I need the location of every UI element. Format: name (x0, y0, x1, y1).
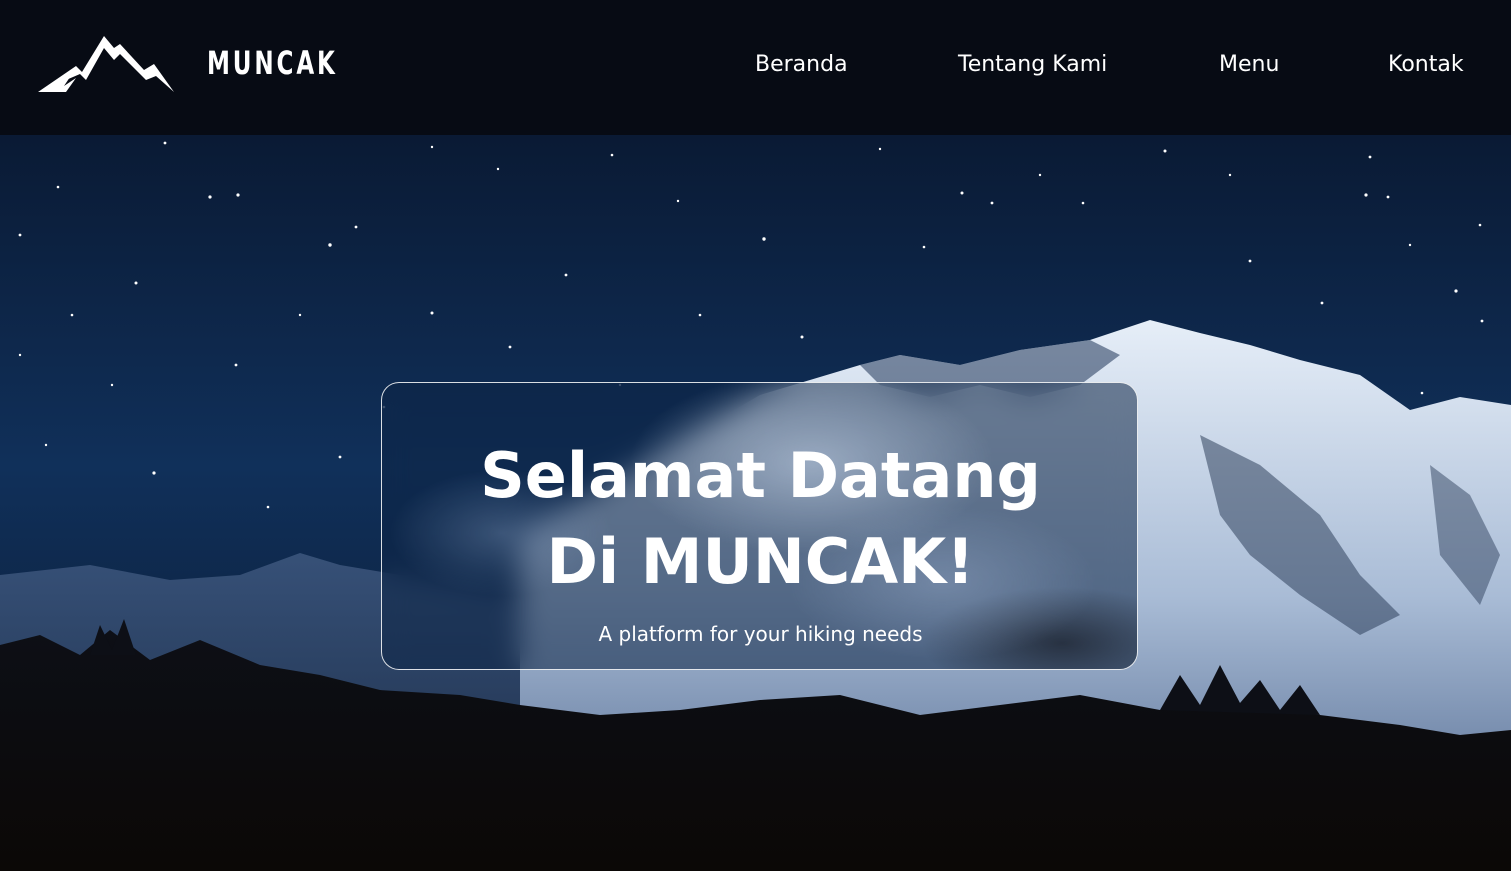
welcome-card: Selamat Datang Di MUNCAK! A platform for… (381, 382, 1138, 670)
hero-title: Selamat Datang Di MUNCAK! (382, 433, 1137, 605)
hero-title-line2: Di MUNCAK! (546, 525, 975, 598)
main-nav: Beranda Tentang Kami Menu Kontak (0, 46, 1511, 86)
nav-link-beranda[interactable]: Beranda (755, 50, 848, 80)
navbar: MUNCAK Beranda Tentang Kami Menu Kontak (0, 0, 1511, 135)
hero-subtitle: A platform for your hiking needs (598, 622, 923, 646)
nav-link-tentang-kami[interactable]: Tentang Kami (958, 50, 1107, 80)
page: MUNCAK Beranda Tentang Kami Menu Kontak (0, 0, 1511, 871)
nav-link-kontak[interactable]: Kontak (1388, 50, 1464, 80)
hero-section: Selamat Datang Di MUNCAK! A platform for… (0, 135, 1511, 871)
hero-title-line1: Selamat Datang (480, 439, 1041, 512)
nav-link-menu[interactable]: Menu (1219, 50, 1279, 80)
